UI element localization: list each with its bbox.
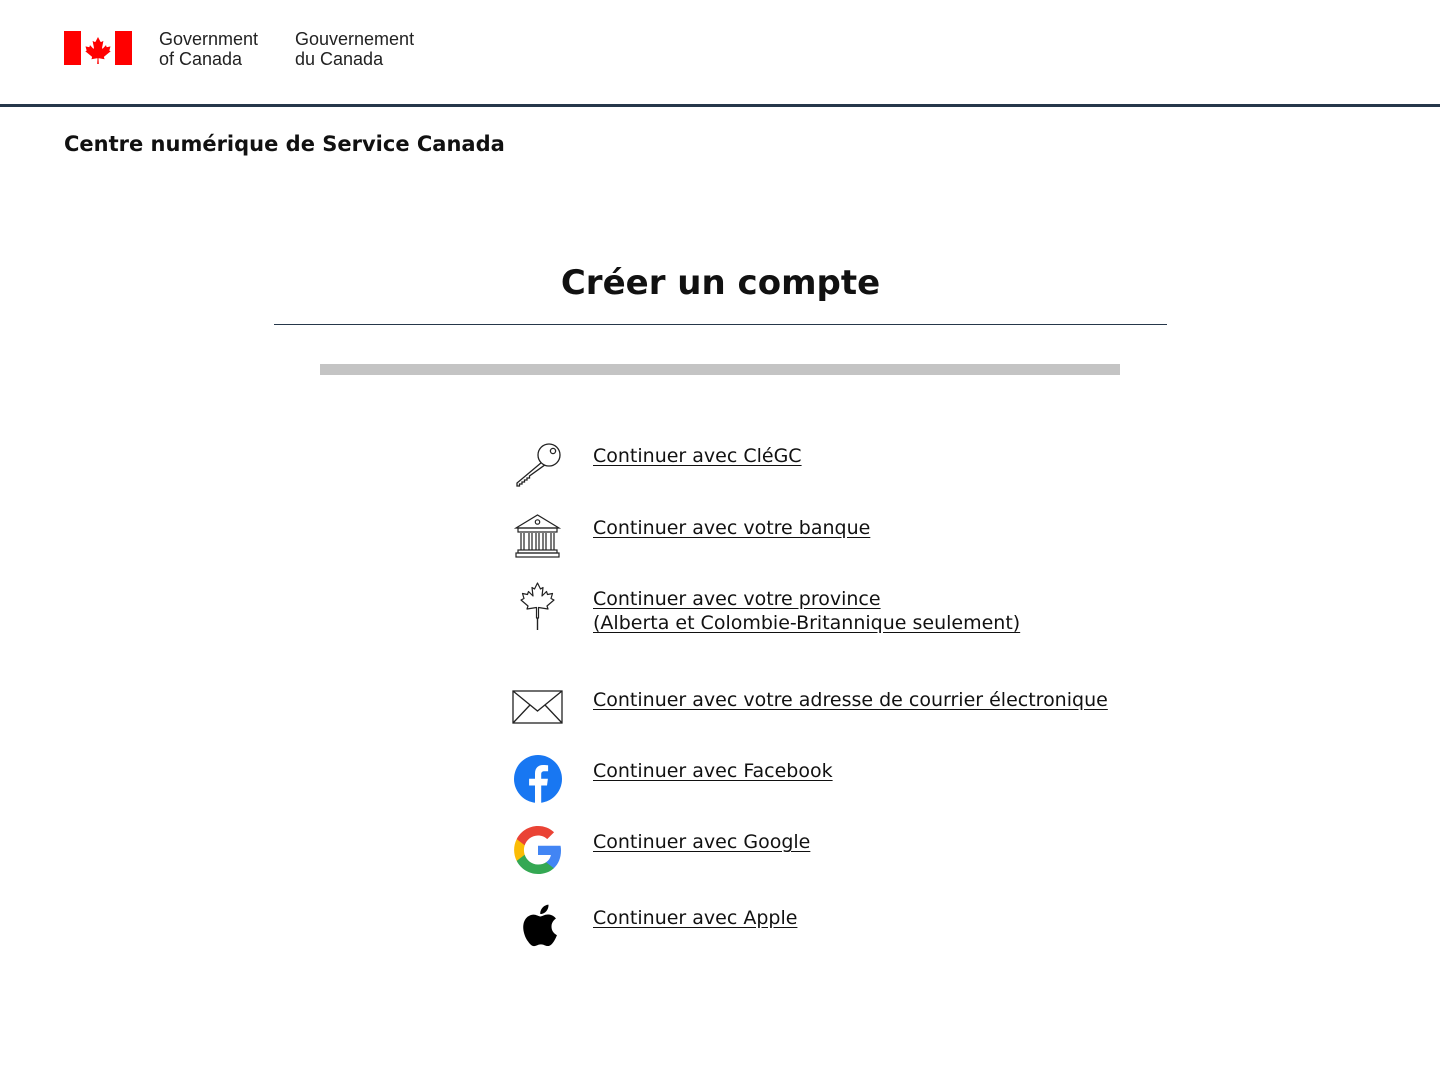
signature-fr-line1: Gouvernement [295, 29, 415, 49]
canada-flag-icon[interactable] [64, 31, 132, 65]
page-title: Créer un compte [560, 263, 881, 303]
option-province-label-line2: (Alberta et Colombie-Britannique seuleme… [593, 612, 1021, 634]
bank-icon [513, 514, 562, 558]
signature-english: Government of Canada [159, 29, 258, 69]
option-email-label: Continuer avec votre adresse de courrier… [593, 689, 1108, 711]
signature-en-line2: of Canada [159, 49, 243, 69]
option-province-label-line1: Continuer avec votre province [593, 588, 881, 610]
signature-en-line1: Government [159, 29, 259, 49]
gc-header: Government of Canada Gouvernement du Can… [0, 0, 1440, 107]
option-province-label: Continuer avec votre province (Alberta e… [593, 587, 1020, 635]
site-title: Centre numérique de Service Canada [64, 132, 505, 156]
apple-icon [523, 904, 557, 947]
option-bank-label: Continuer avec votre banque [593, 517, 871, 539]
progress-bar [320, 364, 1120, 375]
signature-fr-line2: du Canada [295, 49, 384, 69]
key-icon [516, 443, 561, 487]
facebook-icon [514, 755, 562, 803]
maple-leaf-icon [520, 582, 555, 630]
option-apple-label: Continuer avec Apple [593, 907, 798, 929]
envelope-icon [512, 690, 563, 724]
option-gckey-label: Continuer avec CléGC [593, 445, 802, 467]
option-google-label: Continuer avec Google [593, 831, 811, 853]
google-icon [514, 826, 561, 874]
signature-french: Gouvernement du Canada [295, 29, 414, 69]
option-facebook-label: Continuer avec Facebook [593, 760, 833, 782]
heading-divider [274, 324, 1167, 325]
